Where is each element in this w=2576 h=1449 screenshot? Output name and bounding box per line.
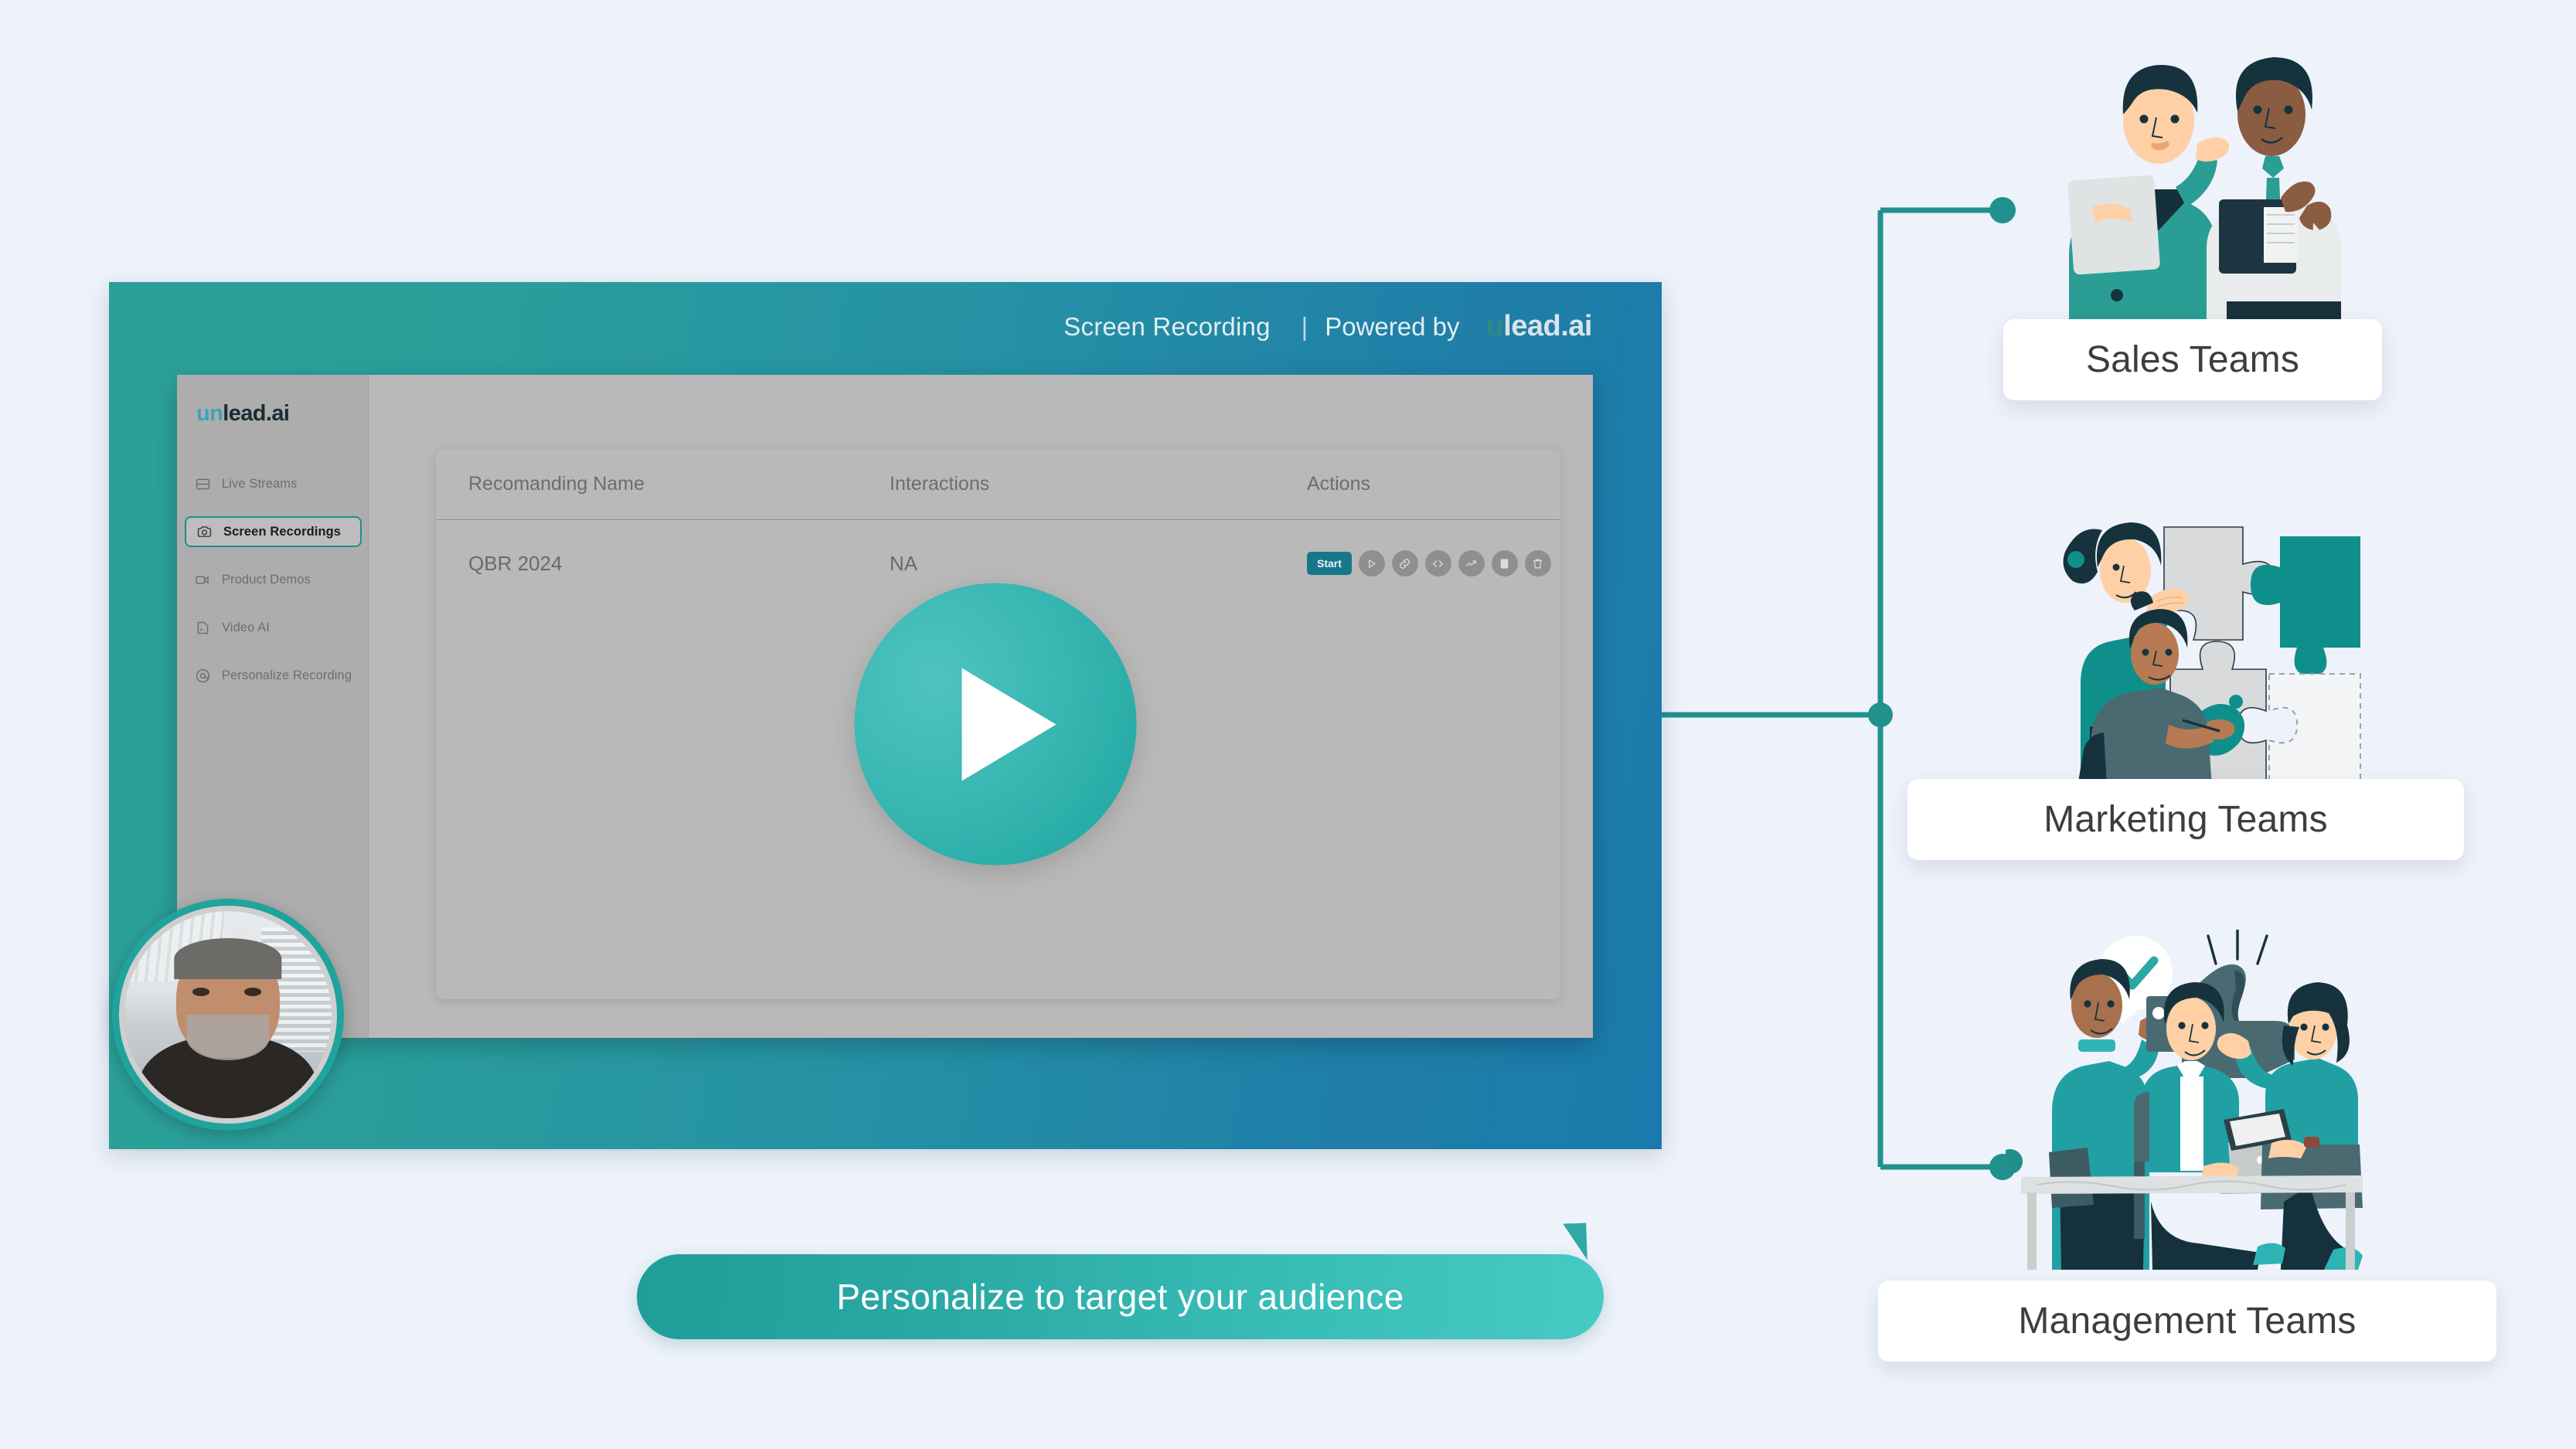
presenter-eye-left [192,988,209,996]
play-triangle-icon [961,668,1057,781]
caption-text: Personalize to target your audience [836,1277,1404,1317]
topbar-logo-u: u [1485,310,1504,342]
dashboard-topbar: Screen Recording | Powered by u lead.ai [109,282,1662,371]
topbar-divider: | [1301,311,1308,341]
presenter-webcam-thumbnail [119,906,337,1124]
table-header-row: Recomanding Name Interactions Actions [436,449,1560,520]
app-window: un lead.ai Live Streams Screen Recording… [177,375,1593,1038]
at-circle-icon [194,667,211,684]
code-icon[interactable] [1424,550,1451,577]
sidebar-item-screen-recordings[interactable]: Screen Recordings [185,516,362,547]
column-header-actions: Actions [1307,473,1370,495]
sidebar-item-label: Personalize Recording [222,668,352,682]
connector-dot-sales [1989,197,2016,223]
presenter-hair [174,937,282,980]
marketing-teams-card: Marketing Teams [1907,779,2464,860]
caption-bubble: Personalize to target your audience [637,1254,1604,1339]
cell-interactions: NA [890,551,918,575]
sidebar-item-label: Product Demos [222,572,311,587]
sidebar-item-video-ai[interactable]: Video AI [185,612,362,643]
management-teams-illustration [2006,930,2369,1270]
presenter-webcam-bubble[interactable] [112,899,344,1131]
camera-icon [196,523,213,540]
sales-teams-card: Sales Teams [2003,319,2382,400]
column-header-name: Recomanding Name [468,473,645,495]
topbar-unlead-logo: u lead.ai [1485,310,1592,343]
clipboard-icon[interactable] [1491,550,1518,577]
marketing-teams-illustration [2017,493,2365,787]
connector-dot-center [1868,702,1893,727]
presenter-beard [186,1015,270,1060]
video-ai-icon [194,619,211,636]
cell-actions: Start [1307,550,1551,577]
app-logo-u: un [196,401,223,426]
link-icon[interactable] [1391,550,1418,577]
sidebar-item-personalize-recording[interactable]: Personalize Recording [185,660,362,691]
sidebar-item-label: Screen Recordings [223,524,342,539]
app-sidebar-logo: un lead.ai [196,401,368,427]
cell-recording-name: QBR 2024 [468,551,563,575]
trending-up-icon[interactable] [1458,550,1485,577]
sidebar-item-label: Video AI [222,620,270,634]
app-logo-rest: lead.ai [223,401,290,426]
layout-rows-icon [194,475,211,492]
management-teams-card: Management Teams [1878,1281,2496,1362]
sidebar-item-label: Live Streams [222,476,298,491]
presenter-eye-right [244,988,261,996]
play-icon[interactable] [1358,550,1385,577]
recordings-table-card: Recomanding Name Interactions Actions QB… [436,449,1560,999]
trash-icon[interactable] [1524,550,1551,577]
video-camera-icon [194,571,211,588]
column-header-interactions: Interactions [890,473,990,495]
topbar-title: Screen Recording [1063,311,1271,341]
start-button[interactable]: Start [1307,552,1352,575]
management-teams-label: Management Teams [2018,1301,2357,1342]
sales-teams-label: Sales Teams [2085,339,2300,380]
sales-teams-illustration [2035,23,2344,325]
topbar-logo-rest: lead.ai [1503,310,1592,342]
play-button[interactable] [854,583,1136,866]
sidebar-item-live-streams[interactable]: Live Streams [185,468,362,499]
topbar-powered-by: Powered by [1325,311,1460,341]
sidebar-item-product-demos[interactable]: Product Demos [185,564,362,595]
marketing-teams-label: Marketing Teams [2043,799,2328,840]
